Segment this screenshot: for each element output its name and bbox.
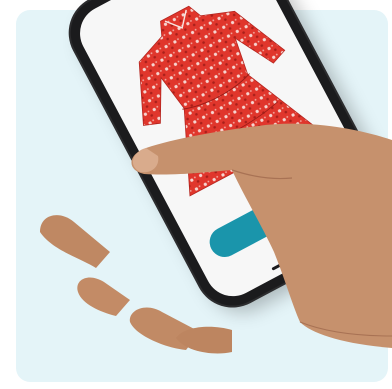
hand-front-shape xyxy=(131,123,392,348)
hand-holding-phone-illustration: skip buy xyxy=(0,0,392,389)
